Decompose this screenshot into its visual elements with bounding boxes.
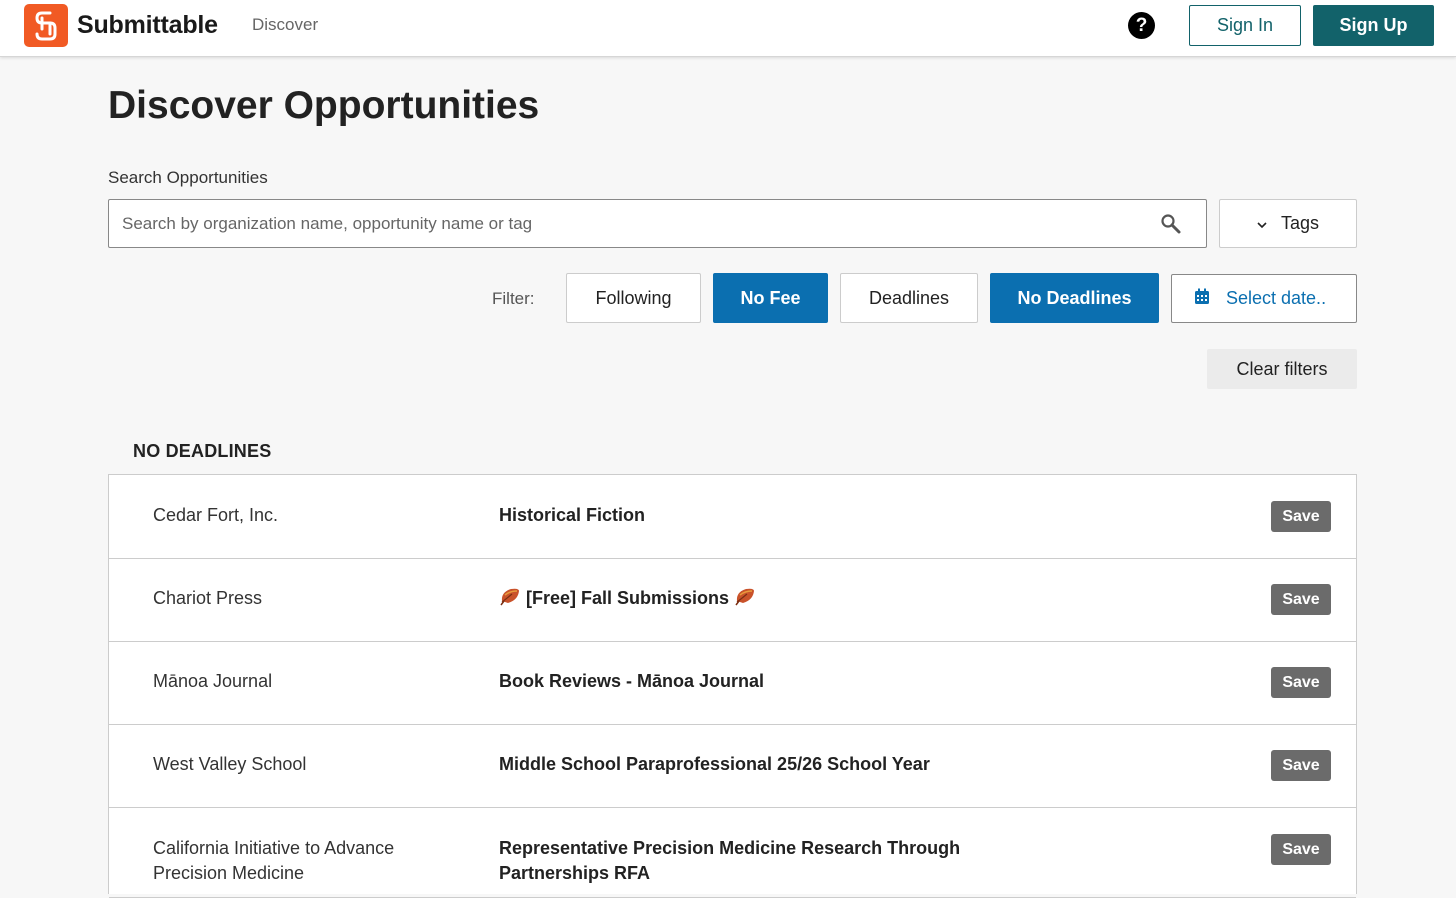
autumn-leaf-icon: [499, 587, 521, 614]
save-button[interactable]: Save: [1271, 834, 1331, 865]
opportunity-title: Middle School Paraprofessional 25/26 Sch…: [499, 754, 930, 774]
clear-filters-button[interactable]: Clear filters: [1207, 349, 1357, 389]
chevron-down-icon: [1257, 213, 1267, 234]
search-label: Search Opportunities: [108, 168, 268, 187]
nav-link-discover[interactable]: Discover: [252, 15, 318, 35]
organization-name[interactable]: Chariot Press: [153, 586, 453, 611]
search-icon[interactable]: [1159, 212, 1183, 236]
brand-name[interactable]: Submittable: [77, 11, 218, 40]
opportunity-name[interactable]: Middle School Paraprofessional 25/26 Sch…: [499, 752, 1059, 777]
opportunity-list: Cedar Fort, Inc. Historical Fiction Save…: [108, 474, 1357, 898]
filter-no-deadlines-button[interactable]: No Deadlines: [990, 273, 1159, 323]
sign-in-button[interactable]: Sign In: [1189, 5, 1301, 46]
table-row[interactable]: California Initiative to Advance Precisi…: [109, 808, 1356, 898]
opportunity-name[interactable]: [Free] Fall Submissions: [499, 586, 1059, 614]
table-row[interactable]: Cedar Fort, Inc. Historical Fiction Save: [109, 475, 1356, 559]
organization-name[interactable]: Cedar Fort, Inc.: [153, 503, 453, 528]
opportunity-title: Book Reviews - Mānoa Journal: [499, 671, 765, 691]
save-button[interactable]: Save: [1271, 501, 1331, 532]
opportunity-title: [Free] Fall Submissions: [526, 588, 730, 608]
search-input[interactable]: [109, 200, 1149, 247]
opportunity-title: Historical Fiction: [499, 505, 646, 525]
autumn-leaf-icon: [734, 587, 756, 614]
filter-following-button[interactable]: Following: [566, 273, 701, 323]
page-title: Discover Opportunities: [108, 84, 540, 127]
opportunity-name[interactable]: Historical Fiction: [499, 503, 1059, 528]
select-date-label: Select date..: [1226, 288, 1327, 308]
help-icon[interactable]: ?: [1128, 12, 1155, 39]
table-row[interactable]: Mānoa Journal Book Reviews - Mānoa Journ…: [109, 641, 1356, 725]
submittable-logo-icon[interactable]: [24, 4, 68, 47]
section-heading: NO DEADLINES: [133, 441, 272, 461]
opportunity-name[interactable]: Book Reviews - Mānoa Journal: [499, 669, 1059, 694]
save-button[interactable]: Save: [1271, 750, 1331, 781]
table-row[interactable]: Chariot Press [Free] Fall Submissions Sa…: [109, 558, 1356, 642]
opportunity-title: Representative Precision Medicine Resear…: [499, 838, 961, 883]
table-row[interactable]: West Valley School Middle School Parapro…: [109, 724, 1356, 808]
opportunity-name[interactable]: Representative Precision Medicine Resear…: [499, 836, 1059, 886]
organization-name[interactable]: West Valley School: [153, 752, 453, 777]
save-button[interactable]: Save: [1271, 667, 1331, 698]
sign-up-button[interactable]: Sign Up: [1313, 5, 1434, 46]
filter-label: Filter:: [492, 289, 535, 308]
organization-name[interactable]: California Initiative to Advance Precisi…: [153, 836, 453, 886]
filter-deadlines-button[interactable]: Deadlines: [840, 273, 978, 323]
tags-label: Tags: [1280, 213, 1320, 233]
save-button[interactable]: Save: [1271, 584, 1331, 615]
select-date-button[interactable]: Select date..: [1171, 274, 1357, 323]
calendar-icon: [1194, 288, 1210, 310]
search-field: [108, 199, 1207, 248]
top-navigation-bar: Submittable Discover ? Sign In Sign Up: [0, 0, 1456, 57]
tags-dropdown[interactable]: Tags: [1219, 199, 1357, 248]
organization-name[interactable]: Mānoa Journal: [153, 669, 453, 694]
filter-no-fee-button[interactable]: No Fee: [713, 273, 828, 323]
